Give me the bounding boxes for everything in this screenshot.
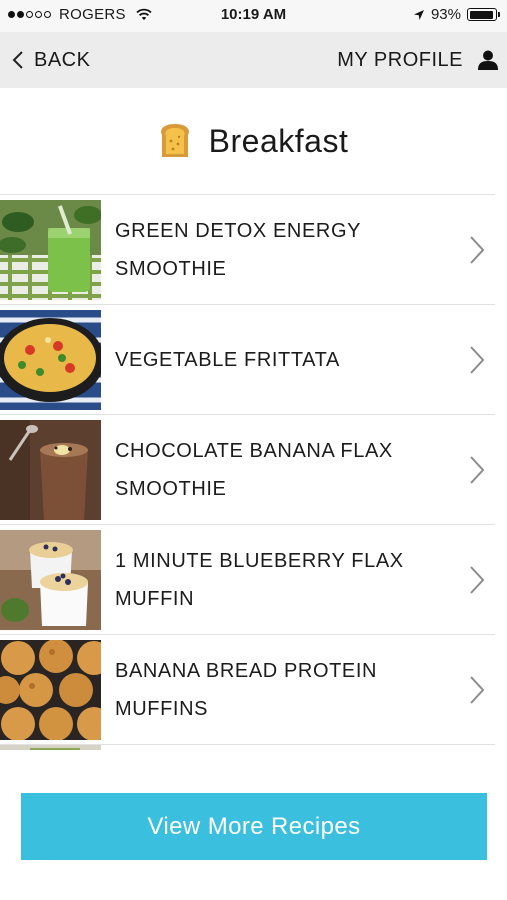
recipe-list: GREEN DETOX ENERGY SMOOTHIE VEGETABLE FR… — [0, 194, 495, 750]
recipe-image-frittata — [0, 309, 101, 410]
back-button[interactable]: BACK — [12, 32, 90, 88]
recipe-title: GREEN DETOX ENERGY SMOOTHIE — [115, 219, 362, 280]
chevron-right-icon — [470, 675, 485, 704]
chevron-right-icon — [470, 345, 485, 374]
status-bar: ROGERS 10:19 AM 93% — [0, 0, 507, 32]
chevron-right-icon — [470, 565, 485, 594]
view-more-label: View More Recipes — [147, 812, 361, 840]
recipe-row-vegetable-frittata[interactable]: VEGETABLE FRITTATA — [0, 304, 495, 414]
person-icon — [478, 50, 498, 70]
view-more-recipes-button[interactable]: View More Recipes — [21, 793, 487, 860]
recipe-title: VEGETABLE FRITTATA — [115, 348, 340, 371]
recipe-image-chocolate-smoothie — [0, 419, 101, 520]
recipe-row-partial[interactable] — [0, 744, 495, 750]
profile-label: MY PROFILE — [337, 48, 463, 71]
toast-icon — [160, 124, 189, 157]
chevron-right-icon — [470, 455, 485, 484]
page-title: Breakfast — [208, 122, 349, 159]
recipe-row-1-minute-blueberry-flax-muffin[interactable]: 1 MINUTE BLUEBERRY FLAX MUFFIN — [0, 524, 495, 634]
chevron-left-icon — [12, 51, 23, 69]
status-right: 93% — [413, 6, 500, 23]
nav-bar: BACK MY PROFILE — [0, 32, 507, 88]
battery-percent: 93% — [430, 6, 461, 23]
recipe-image-green-smoothie — [0, 199, 101, 300]
page-header: Breakfast — [0, 88, 507, 194]
recipe-image-blueberry-muffin — [0, 529, 101, 630]
recipe-title: CHOCOLATE BANANA FLAX SMOOTHIE — [115, 439, 393, 500]
recipe-image-partial — [0, 745, 101, 750]
recipe-title: 1 MINUTE BLUEBERRY FLAX MUFFIN — [115, 549, 404, 610]
recipe-row-banana-bread-protein-muffins[interactable]: BANANA BREAD PROTEIN MUFFINS — [0, 634, 495, 744]
chevron-right-icon — [470, 235, 485, 264]
back-label: BACK — [34, 48, 91, 71]
recipe-image-banana-muffins — [0, 639, 101, 740]
my-profile-button[interactable]: MY PROFILE — [337, 32, 499, 88]
battery-icon — [467, 8, 500, 21]
recipe-title: BANANA BREAD PROTEIN MUFFINS — [115, 659, 378, 720]
recipe-row-green-detox-energy-smoothie[interactable]: GREEN DETOX ENERGY SMOOTHIE — [0, 194, 495, 304]
recipe-row-chocolate-banana-flax-smoothie[interactable]: CHOCOLATE BANANA FLAX SMOOTHIE — [0, 414, 495, 524]
location-arrow-icon — [413, 9, 424, 20]
